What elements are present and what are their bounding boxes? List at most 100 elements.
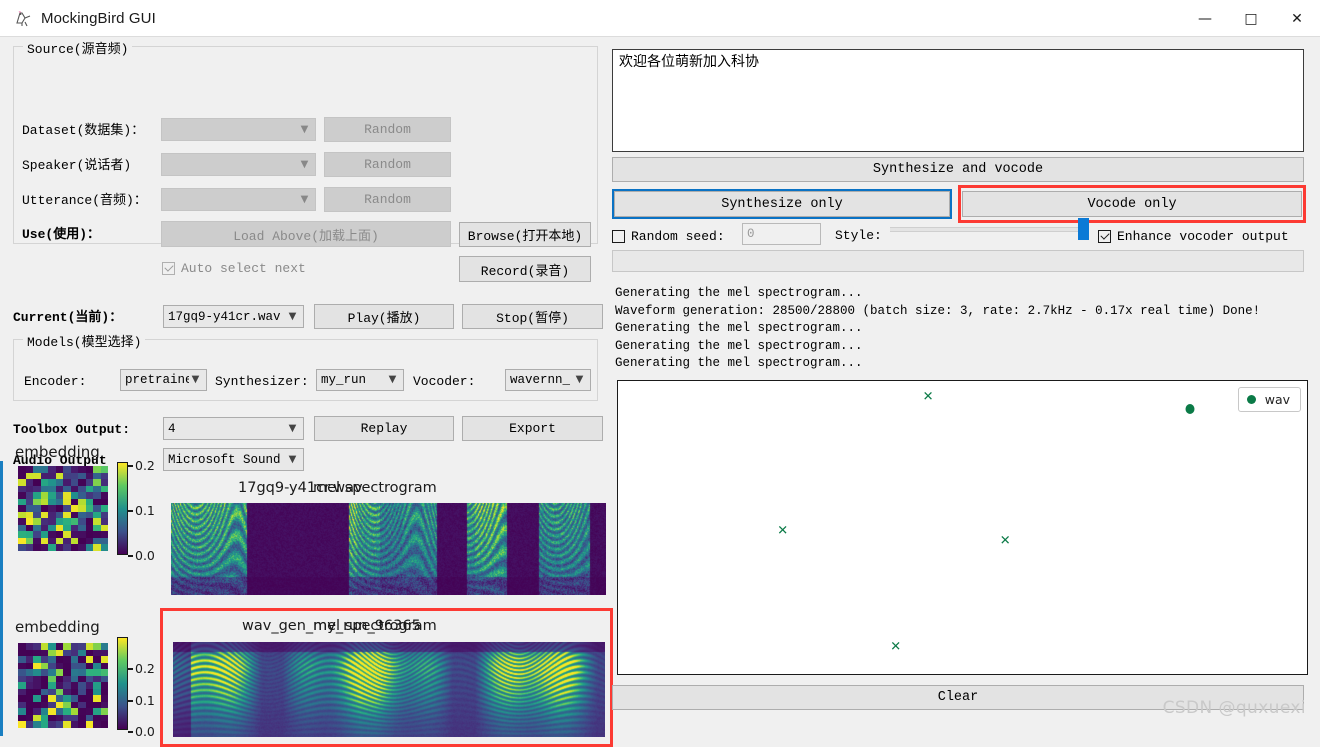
- source-group-title: Source(源音频): [23, 38, 132, 57]
- style-slider-track[interactable]: [890, 227, 1083, 232]
- stop-button[interactable]: Stop(暂停): [462, 304, 603, 329]
- colorbar-1-tick-mark: [128, 465, 133, 467]
- embedding-cell: [93, 721, 101, 728]
- colorbar-1-tick-1: 0.1: [135, 503, 155, 518]
- export-label: Export: [509, 421, 556, 436]
- enhance-vocoder-label: Enhance vocoder output: [1117, 229, 1289, 244]
- dataset-random-button[interactable]: Random: [324, 117, 451, 142]
- embedding-cell: [41, 721, 49, 728]
- colorbar-2-tick-0: 0.2: [135, 661, 155, 676]
- clear-label: Clear: [938, 690, 979, 705]
- embedding-cell: [18, 544, 26, 551]
- log-output: Generating the mel spectrogram... Wavefo…: [615, 285, 1315, 373]
- embedding-cell: [33, 544, 41, 551]
- play-button[interactable]: Play(播放): [314, 304, 454, 329]
- colorbar-2-tick-1: 0.1: [135, 693, 155, 708]
- umap-point-cross: ✕: [923, 391, 934, 404]
- umap-point-cross: ✕: [1000, 534, 1011, 547]
- embedding-cell: [26, 544, 34, 551]
- embedding-cell: [63, 544, 71, 551]
- colorbar-2-tick-mark: [128, 700, 133, 702]
- umap-point-cross: ✕: [890, 640, 901, 653]
- load-above-label: Load Above(加载上面): [233, 225, 379, 244]
- embedding-cell: [48, 544, 56, 551]
- toolbox-output-combo[interactable]: 4 ▼: [163, 417, 304, 440]
- current-combo[interactable]: 17gq9-y41cr.wav ▼: [163, 305, 304, 328]
- random-seed-checkbox[interactable]: Random seed:: [612, 229, 725, 244]
- umap-projection-plot[interactable]: wav ✕ ✕ ✕ ✕: [617, 380, 1308, 675]
- replay-button[interactable]: Replay: [314, 416, 454, 441]
- utterance-random-label: Random: [364, 192, 411, 207]
- clear-button[interactable]: Clear: [612, 685, 1304, 710]
- legend-label: wav: [1265, 392, 1290, 407]
- stop-label: Stop(暂停): [496, 307, 569, 326]
- export-button[interactable]: Export: [462, 416, 603, 441]
- embedding-cell: [86, 544, 94, 551]
- vocoder-label: Vocoder:: [413, 375, 475, 388]
- embedding-heatmap-2: [18, 643, 108, 728]
- minimize-icon: —: [1198, 12, 1212, 26]
- speaker-combo[interactable]: ▼: [161, 153, 316, 176]
- speaker-random-button[interactable]: Random: [324, 152, 451, 177]
- embedding-cell: [26, 721, 34, 728]
- record-button[interactable]: Record(录音): [459, 256, 591, 282]
- synthesizer-label: Synthesizer:: [215, 375, 309, 388]
- utterance-random-button[interactable]: Random: [324, 187, 451, 212]
- replay-label: Replay: [361, 421, 408, 436]
- dataset-random-label: Random: [364, 122, 411, 137]
- embedding-cell: [41, 544, 49, 551]
- vocoder-combo-value: wavernn_: [510, 373, 573, 387]
- vocode-only-highlight: [958, 185, 1306, 223]
- embedding-cell: [48, 721, 56, 728]
- chevron-down-icon: ▼: [298, 160, 311, 170]
- chevron-down-icon: ▼: [189, 375, 202, 385]
- play-label: Play(播放): [348, 307, 421, 326]
- synthesis-text-input[interactable]: 欢迎各位萌新加入科协: [612, 49, 1304, 152]
- app-icon: [13, 9, 32, 28]
- embedding-cell: [101, 721, 109, 728]
- minimize-button[interactable]: —: [1182, 0, 1228, 37]
- mel-spectrogram-source: [171, 503, 606, 595]
- random-seed-label: Random seed:: [631, 229, 725, 244]
- current-label: Current(当前)：: [13, 311, 122, 324]
- colorbar-1-tick-0: 0.2: [135, 458, 155, 473]
- embedding-cell: [78, 721, 86, 728]
- embedding-cell: [93, 544, 101, 551]
- auto-select-next-checkbox[interactable]: Auto select next: [162, 261, 306, 276]
- close-button[interactable]: ✕: [1274, 0, 1320, 37]
- embedding-cell: [71, 544, 79, 551]
- checkbox-icon: [1098, 230, 1111, 243]
- colorbar-1: [117, 462, 128, 555]
- maximize-button[interactable]: □: [1228, 0, 1274, 37]
- colorbar-2-tick-2: 0.0: [135, 724, 155, 739]
- style-label: Style:: [835, 229, 882, 242]
- synthesizer-combo-value: my_run: [321, 373, 386, 387]
- current-combo-value: 17gq9-y41cr.wav: [168, 310, 286, 324]
- embedding-label-2: embedding: [15, 618, 100, 636]
- audio-output-combo[interactable]: Microsoft Sound M ▼: [163, 448, 304, 471]
- vocoder-combo[interactable]: wavernn_ ▼: [505, 369, 591, 391]
- colorbar-2-tick-mark: [128, 731, 133, 733]
- audio-output-value: Microsoft Sound M: [168, 453, 286, 467]
- colorbar-1-tick-mark: [128, 510, 133, 512]
- style-slider-handle[interactable]: [1078, 218, 1089, 240]
- dataset-combo[interactable]: ▼: [161, 118, 316, 141]
- utterance-combo[interactable]: ▼: [161, 188, 316, 211]
- main-content: Source(源音频) Dataset(数据集)： ▼ Random Speak…: [0, 37, 1320, 724]
- toolbox-output-value: 4: [168, 422, 286, 436]
- random-seed-input[interactable]: 0: [742, 223, 821, 245]
- browse-button[interactable]: Browse(打开本地): [459, 222, 591, 247]
- umap-legend: wav: [1238, 387, 1301, 412]
- encoder-combo[interactable]: pretrained.pt ▼: [120, 369, 207, 391]
- close-icon: ✕: [1291, 12, 1303, 26]
- source-group: Source(源音频): [13, 46, 598, 244]
- synthesize-and-vocode-button[interactable]: Synthesize and vocode: [612, 157, 1304, 182]
- chevron-down-icon: ▼: [386, 375, 399, 385]
- chevron-down-icon: ▼: [286, 312, 299, 322]
- enhance-vocoder-checkbox[interactable]: Enhance vocoder output: [1098, 229, 1289, 244]
- chevron-down-icon: ▼: [286, 455, 299, 465]
- synthesizer-combo[interactable]: my_run ▼: [316, 369, 404, 391]
- umap-point-cross: ✕: [777, 525, 788, 538]
- load-above-button[interactable]: Load Above(加载上面): [161, 221, 451, 247]
- chevron-down-icon: ▼: [573, 375, 586, 385]
